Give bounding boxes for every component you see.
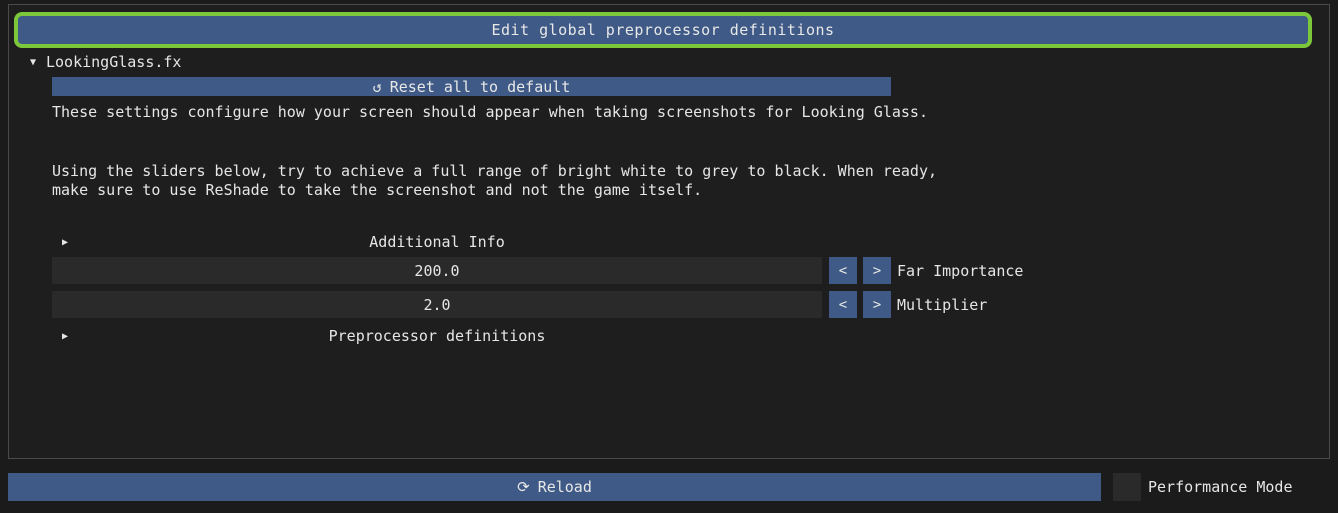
reset-all-label: Reset all to default <box>389 77 571 96</box>
description-line-2: Using the sliders below, try to achieve … <box>52 162 938 180</box>
far-importance-increment-button[interactable]: > <box>863 257 891 284</box>
additional-info-label: Additional Info <box>369 233 505 251</box>
effect-tree-node[interactable]: ▼ LookingGlass.fx <box>30 52 181 72</box>
description-line-3: make sure to use ReShade to take the scr… <box>52 181 703 199</box>
far-importance-decrement-button[interactable]: < <box>829 257 857 284</box>
multiplier-value: 2.0 <box>423 295 451 314</box>
far-importance-slider[interactable]: 200.0 <box>52 257 822 284</box>
multiplier-decrement-button[interactable]: < <box>829 291 857 318</box>
expanded-triangle-icon: ▼ <box>30 56 37 68</box>
multiplier-increment-button[interactable]: > <box>863 291 891 318</box>
preprocessor-definitions-header[interactable]: ▶ Preprocessor definitions <box>52 324 822 348</box>
reload-button[interactable]: ⟳ Reload <box>8 473 1101 501</box>
effect-name: LookingGlass.fx <box>46 53 182 71</box>
undo-icon: ↺ <box>372 77 382 96</box>
reload-label: Reload <box>537 478 592 496</box>
edit-global-preprocessor-label: Edit global preprocessor definitions <box>491 21 835 39</box>
edit-global-preprocessor-button[interactable]: Edit global preprocessor definitions <box>14 12 1312 48</box>
additional-info-header[interactable]: ▶ Additional Info <box>52 230 822 254</box>
far-importance-value: 200.0 <box>414 261 460 280</box>
performance-mode-checkbox[interactable] <box>1113 473 1141 501</box>
refresh-icon: ⟳ <box>517 478 530 496</box>
reshade-window: Edit global preprocessor definitions ▼ L… <box>0 0 1338 513</box>
multiplier-slider[interactable]: 2.0 <box>52 291 822 318</box>
reset-all-button[interactable]: ↺ Reset all to default <box>52 77 891 96</box>
performance-mode-label: Performance Mode <box>1148 478 1293 496</box>
description-line-1: These settings configure how your screen… <box>52 103 928 121</box>
multiplier-label: Multiplier <box>897 295 988 314</box>
far-importance-label: Far Importance <box>897 261 1024 280</box>
preprocessor-definitions-label: Preprocessor definitions <box>328 327 546 345</box>
